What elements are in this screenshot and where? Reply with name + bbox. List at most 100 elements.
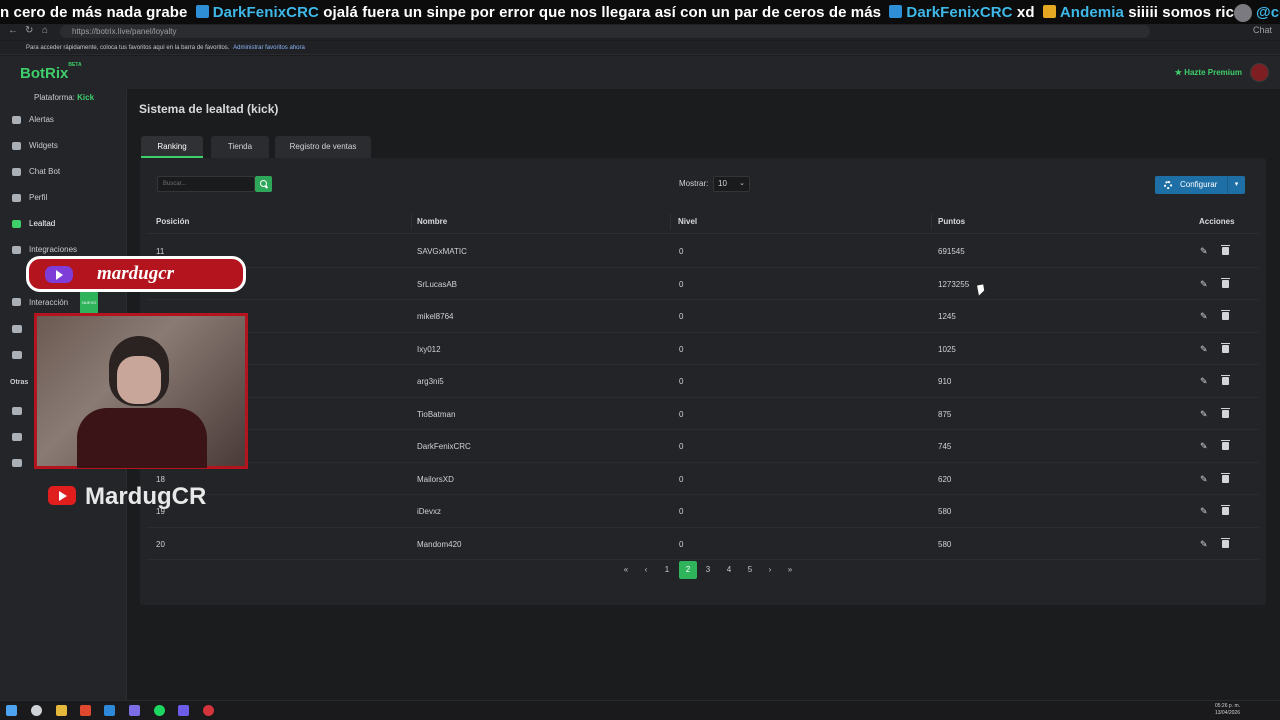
sidebar-item-chatbot[interactable]: Chat Bot: [0, 161, 127, 183]
pencil-icon[interactable]: ✎: [1200, 507, 1208, 516]
edge-icon[interactable]: [104, 705, 115, 716]
pencil-icon[interactable]: ✎: [1200, 312, 1208, 321]
chevron-down-icon[interactable]: ▾: [1227, 176, 1245, 194]
users-icon[interactable]: [12, 351, 22, 359]
prev-page-button[interactable]: ‹: [637, 561, 655, 579]
brave-icon[interactable]: [80, 705, 91, 716]
avatar[interactable]: [1250, 63, 1269, 82]
sidebar-item-perfil[interactable]: Perfil: [0, 187, 127, 209]
column-header-level[interactable]: Nivel: [678, 217, 697, 226]
sidebar-item-icon[interactable]: [12, 407, 22, 415]
table-row: Ixy012 0 1025 ✎: [147, 333, 1259, 365]
sidebar-item-icon[interactable]: [12, 459, 22, 467]
table-row: arg3ni5 0 910 ✎: [147, 365, 1259, 398]
cell-name: DarkFenixCRC: [417, 442, 471, 451]
ticker-user: DarkFenixCRC: [212, 4, 319, 21]
sidebar-section-otras: Otras: [10, 379, 29, 386]
cell-level: 0: [679, 442, 684, 451]
trash-icon[interactable]: [1221, 407, 1230, 418]
main-content: Sistema de lealtad (kick) Ranking Tienda…: [127, 89, 1280, 700]
search-input[interactable]: Buscar...: [157, 176, 255, 192]
cell-name: arg3ni5: [417, 377, 444, 386]
trash-icon[interactable]: [1221, 472, 1230, 483]
cell-name: MailorsXD: [417, 474, 454, 484]
page-button-3[interactable]: 3: [699, 561, 717, 579]
obs-icon[interactable]: [203, 705, 214, 716]
cell-points: 580: [938, 507, 952, 516]
cell-points: 1273255: [938, 279, 970, 289]
trash-icon[interactable]: [1221, 375, 1230, 385]
cell-points: 875: [938, 409, 952, 419]
pencil-icon[interactable]: ✎: [1200, 247, 1208, 256]
table-header: Posición Nombre Nivel Puntos Acciones: [147, 210, 1259, 234]
trash-icon[interactable]: [1221, 505, 1230, 515]
cell-name: mikel8764: [417, 312, 454, 321]
page-button-1[interactable]: 1: [658, 561, 676, 579]
url-field[interactable]: https://botrix.live/panel/loyalty: [60, 25, 1150, 38]
trash-icon[interactable]: [1221, 245, 1230, 255]
page-size-select[interactable]: 10 ⌄: [713, 176, 750, 192]
taskbar: 05:26 p. m. 13/04/2026: [0, 700, 1280, 720]
search-icon[interactable]: [31, 705, 42, 716]
page-button-2[interactable]: 2: [679, 561, 697, 579]
plug-icon: [12, 246, 21, 254]
cell-level: 0: [679, 247, 684, 256]
page-button-5[interactable]: 5: [741, 561, 759, 579]
column-header-actions: Acciones: [1199, 217, 1235, 226]
home-icon[interactable]: ⌂: [42, 25, 48, 36]
sidebar-item-interaccion[interactable]: Interacción NUEVO: [0, 291, 127, 315]
app-icon[interactable]: [178, 705, 189, 716]
twitch-name: mardugcr: [97, 263, 175, 284]
pencil-icon[interactable]: ✎: [1200, 344, 1208, 354]
search-button[interactable]: [255, 176, 272, 192]
table-row: 19 iDevxz 0 580 ✎: [147, 495, 1259, 528]
cell-level: 0: [679, 409, 684, 419]
pencil-icon[interactable]: ✎: [1200, 409, 1208, 419]
manage-bookmarks-link[interactable]: Administrar favoritos ahora: [233, 45, 305, 51]
tab-registro-ventas[interactable]: Registro de ventas: [275, 136, 371, 158]
sidebar-item-alertas[interactable]: Alertas: [0, 109, 127, 131]
last-page-button[interactable]: »: [781, 561, 799, 579]
back-icon[interactable]: ←: [8, 25, 18, 36]
ticker-mention: @cookie_NM: [1256, 4, 1280, 21]
ticker-avatar: [1234, 4, 1252, 22]
info-icon[interactable]: [12, 433, 22, 441]
column-header-name[interactable]: Nombre: [417, 217, 447, 226]
cell-name: iDevxz: [417, 507, 442, 516]
pencil-icon[interactable]: ✎: [1200, 279, 1208, 289]
sidebar-item-widgets[interactable]: Widgets: [0, 135, 127, 157]
clock: 05:26 p. m. 13/04/2026: [1214, 703, 1240, 716]
table-row: 18 MailorsXD 0 620 ✎: [147, 463, 1259, 495]
premium-button[interactable]: ★ Hazte Premium: [1175, 68, 1242, 77]
tab-ranking[interactable]: Ranking: [141, 136, 203, 158]
browser-address-bar: ← ↻ ⌂ https://botrix.live/panel/loyalty …: [0, 24, 1280, 40]
first-page-button[interactable]: «: [617, 561, 635, 579]
ranking-panel: Buscar... Mostrar: 10 ⌄ Configurar ▾ Posic…: [140, 158, 1266, 605]
trash-icon[interactable]: [1221, 537, 1230, 548]
trash-icon[interactable]: [1221, 277, 1230, 288]
column-header-points[interactable]: Puntos: [938, 217, 965, 226]
chat-button[interactable]: Chat: [1253, 25, 1272, 35]
spotify-icon[interactable]: [154, 705, 165, 716]
app-logo[interactable]: BotRixBETA: [20, 62, 82, 82]
pencil-icon[interactable]: ✎: [1200, 377, 1208, 386]
column-header-position[interactable]: Posición: [156, 217, 189, 226]
trash-icon[interactable]: [1221, 310, 1230, 320]
cell-name: Mandom420: [417, 539, 462, 549]
next-page-button[interactable]: ›: [761, 561, 779, 579]
discord-icon[interactable]: [129, 705, 140, 716]
trash-icon[interactable]: [1221, 440, 1230, 450]
pencil-icon[interactable]: ✎: [1200, 474, 1208, 484]
cell-name: SrLucasAB: [417, 279, 458, 289]
page-button-4[interactable]: 4: [720, 561, 738, 579]
trash-icon[interactable]: [1221, 342, 1230, 353]
folder-icon[interactable]: [56, 705, 67, 716]
pencil-icon[interactable]: ✎: [1200, 539, 1208, 549]
pencil-icon[interactable]: ✎: [1200, 442, 1208, 451]
sidebar-item-lealtad[interactable]: Lealtad: [0, 213, 127, 235]
configure-button[interactable]: Configurar ▾: [1155, 176, 1245, 194]
sidebar-item-icon[interactable]: [12, 325, 22, 333]
refresh-icon[interactable]: ↻: [25, 25, 33, 36]
start-icon[interactable]: [6, 705, 17, 716]
tab-tienda[interactable]: Tienda: [211, 136, 269, 158]
